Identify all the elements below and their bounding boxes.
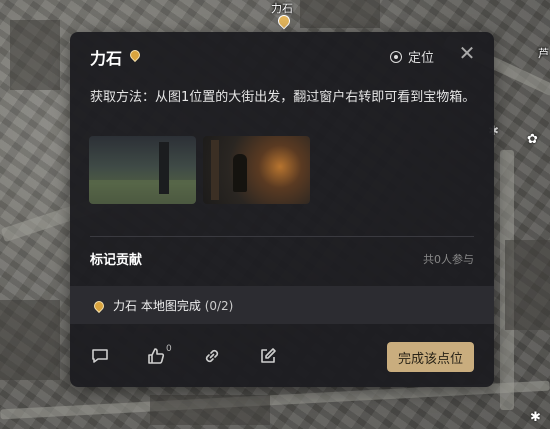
divider xyxy=(90,236,474,237)
map-poi-icon[interactable]: ✿ xyxy=(527,132,538,147)
completion-count: (0/2) xyxy=(204,298,234,313)
map-building xyxy=(10,20,60,90)
comment-icon[interactable] xyxy=(90,346,110,366)
thumbs-up-icon[interactable] xyxy=(146,346,166,366)
completion-item-name: 力石 xyxy=(113,298,138,313)
acquisition-description: 获取方法：从图1位置的大街出发，翻过窗户右转即可看到宝物箱。 xyxy=(90,90,476,105)
map-building xyxy=(300,0,380,28)
popup-title: 力石 xyxy=(90,49,123,68)
map-pin-icon xyxy=(127,47,143,63)
map-edge-label: 芦 xyxy=(538,47,549,60)
map-poi-icon[interactable]: ✱ xyxy=(530,410,541,425)
link-icon[interactable] xyxy=(202,346,222,366)
like-count: 0 xyxy=(166,344,172,354)
map-building xyxy=(150,395,270,425)
locate-button[interactable]: 定位 xyxy=(389,47,434,66)
map-completion-row: 力石 本地图完成 (0/2) xyxy=(70,286,494,324)
map-building xyxy=(0,300,60,380)
participant-count: 共0人参与 xyxy=(423,253,474,266)
marker-detail-popup: 力石 定位 ✕ 获取方法：从图1位置的大街出发，翻过窗户右转即可看到宝物箱。 标… xyxy=(70,32,494,387)
edit-icon[interactable] xyxy=(258,346,278,366)
screenshot-thumbnail-2[interactable] xyxy=(203,136,310,204)
contribution-title: 标记贡献 xyxy=(90,253,143,268)
map-marker-pin[interactable] xyxy=(275,12,293,30)
popup-footer: 0 完成该点位 xyxy=(70,324,494,387)
completion-text: 力石 本地图完成 (0/2) xyxy=(113,297,233,314)
screenshot-thumbnail-1[interactable] xyxy=(89,136,196,204)
target-icon xyxy=(389,50,402,63)
completion-label: 本地图完成 xyxy=(140,298,201,313)
close-icon[interactable]: ✕ xyxy=(458,43,476,63)
locate-label: 定位 xyxy=(407,51,434,66)
popup-header: 力石 定位 ✕ xyxy=(70,32,494,82)
map-marker-label: 力石 xyxy=(271,2,293,15)
map-building xyxy=(505,240,550,330)
complete-point-button[interactable]: 完成该点位 xyxy=(387,342,474,372)
map-pin-icon xyxy=(91,298,107,314)
